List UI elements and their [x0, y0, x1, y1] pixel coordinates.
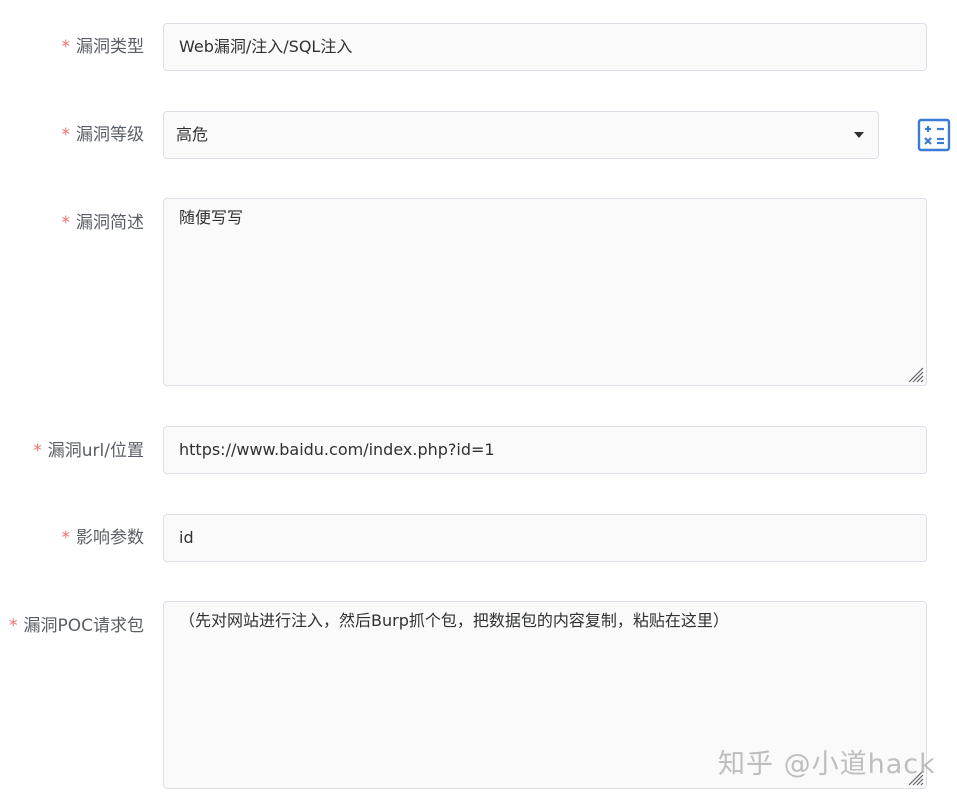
vuln-desc-label-text: 漏洞简述 — [76, 213, 144, 233]
vuln-desc-label: * 漏洞简述 — [62, 212, 145, 234]
poc-label-text: 漏洞POC请求包 — [23, 616, 144, 636]
poc-value: （先对网站进行注入，然后Burp抓个包，把数据包的内容复制，粘贴在这里） — [179, 611, 729, 630]
vuln-type-label-text: 漏洞类型 — [76, 37, 144, 57]
watermark: 知乎 @小道hack — [718, 749, 936, 780]
vulnerability-form: * 漏洞类型 Web漏洞/注入/SQL注入 * 漏洞等级 高危 * 漏洞简述 随便写写 — [0, 0, 957, 799]
vuln-desc-value: 随便写写 — [179, 208, 244, 227]
required-mark: * — [61, 213, 71, 233]
required-mark: * — [8, 616, 18, 636]
caret-down-icon[interactable] — [854, 132, 864, 138]
vuln-url-label-text: 漏洞url/位置 — [47, 441, 144, 461]
param-input[interactable]: id — [163, 514, 927, 562]
param-value: id — [179, 528, 194, 547]
param-label-text: 影响参数 — [76, 528, 144, 548]
vuln-type-input[interactable]: Web漏洞/注入/SQL注入 — [163, 23, 927, 71]
required-mark: * — [61, 528, 71, 548]
vuln-level-label: * 漏洞等级 — [62, 124, 145, 146]
calculator-icon[interactable] — [917, 118, 951, 152]
vuln-type-label: * 漏洞类型 — [62, 36, 145, 58]
required-mark: * — [61, 125, 71, 145]
poc-label: * 漏洞POC请求包 — [9, 615, 144, 637]
resize-handle-icon[interactable] — [906, 365, 924, 383]
vuln-url-input[interactable]: https://www.baidu.com/index.php?id=1 — [163, 426, 927, 474]
param-label: * 影响参数 — [62, 527, 145, 549]
required-mark: * — [33, 441, 42, 461]
required-mark: * — [61, 37, 71, 57]
vuln-type-value: Web漏洞/注入/SQL注入 — [179, 37, 353, 56]
vuln-level-select[interactable]: 高危 — [163, 111, 879, 159]
vuln-desc-textarea[interactable]: 随便写写 — [163, 198, 927, 386]
vuln-level-value: 高危 — [176, 125, 209, 144]
vuln-level-label-text: 漏洞等级 — [76, 125, 144, 145]
vuln-url-value: https://www.baidu.com/index.php?id=1 — [179, 440, 495, 459]
vuln-url-label: * 漏洞url/位置 — [33, 440, 144, 462]
